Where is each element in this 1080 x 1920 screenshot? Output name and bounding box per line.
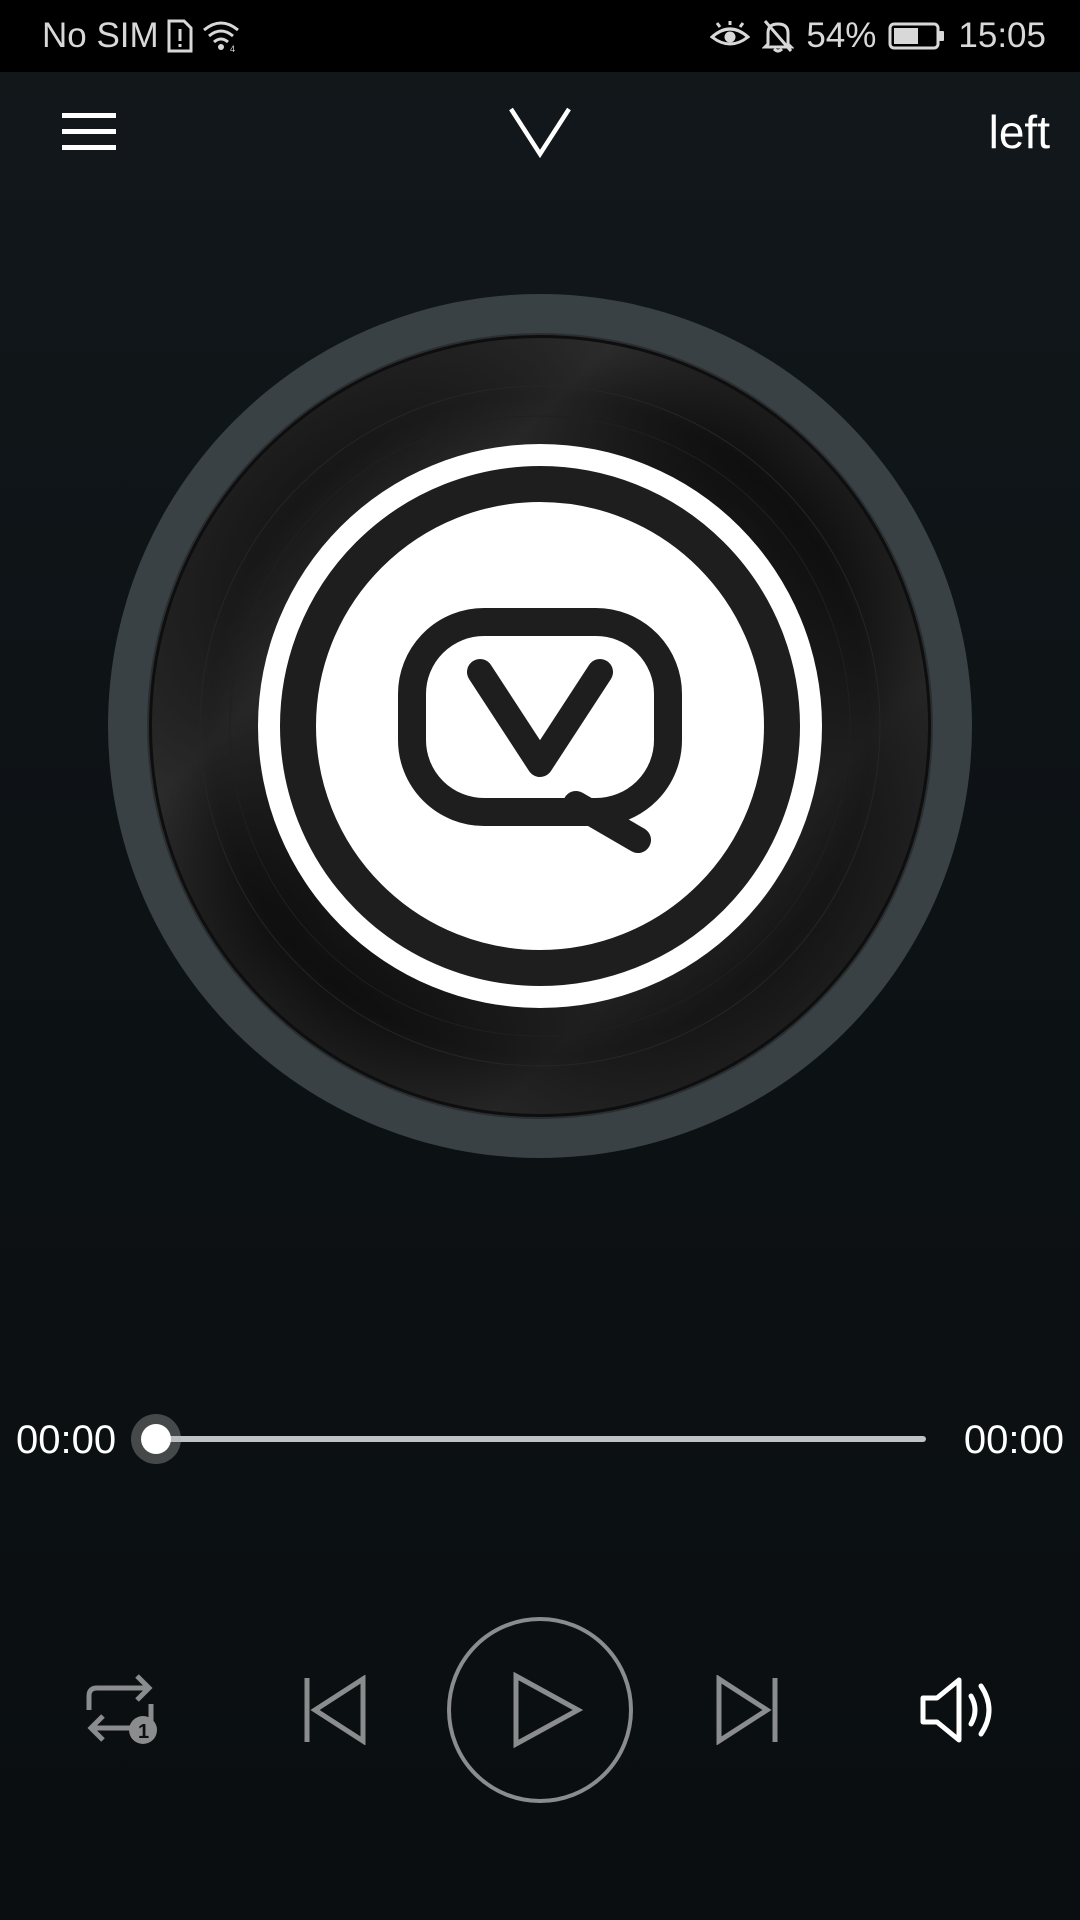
next-button[interactable] (702, 1665, 792, 1755)
wifi-icon: 4 (201, 19, 241, 53)
album-artwork (108, 294, 972, 1158)
play-button[interactable] (446, 1616, 634, 1804)
play-icon (447, 1617, 633, 1803)
menu-button[interactable] (56, 102, 122, 162)
seek-thumb[interactable] (131, 1414, 181, 1464)
volume-button[interactable] (910, 1665, 1010, 1755)
chevron-down-icon (509, 107, 571, 158)
clock-time: 15:05 (958, 16, 1046, 55)
battery-percent: 54% (806, 16, 877, 55)
vinyl-record (108, 294, 972, 1158)
svg-text:1: 1 (138, 1721, 149, 1743)
status-left: No SIM 4 (42, 16, 241, 56)
progress-row: 00:00 00:00 (0, 1408, 1080, 1472)
current-time: 00:00 (16, 1418, 117, 1462)
hamburger-menu-icon (62, 113, 116, 150)
sim-alert-icon (167, 19, 193, 53)
volume-icon (920, 1677, 992, 1743)
battery-icon (888, 21, 946, 51)
skip-next-icon (716, 1675, 778, 1745)
svg-text:4: 4 (230, 44, 235, 53)
app-bar: left (0, 72, 1080, 192)
repeat-button[interactable]: 1 (72, 1665, 172, 1755)
collapse-button[interactable] (500, 98, 580, 166)
previous-button[interactable] (290, 1665, 380, 1755)
status-right: 54% 15:05 (710, 16, 1046, 56)
channel-label[interactable]: left (989, 102, 1050, 162)
carrier-text: No SIM (42, 16, 159, 55)
eye-comfort-icon (710, 21, 751, 51)
notifications-off-icon (762, 19, 795, 53)
status-bar: No SIM 4 54% 15:05 (0, 0, 1080, 72)
repeat-one-icon: 1 (86, 1674, 157, 1744)
seek-thumb-core (141, 1424, 171, 1454)
total-time: 00:00 (963, 1418, 1064, 1462)
music-player-screen: No SIM 4 54% 15:05 left 00:00 00:00 1 (0, 0, 1080, 1920)
seek-bar[interactable] (131, 1414, 926, 1464)
skip-previous-icon (304, 1675, 366, 1745)
playback-controls: 1 (0, 1610, 1080, 1810)
